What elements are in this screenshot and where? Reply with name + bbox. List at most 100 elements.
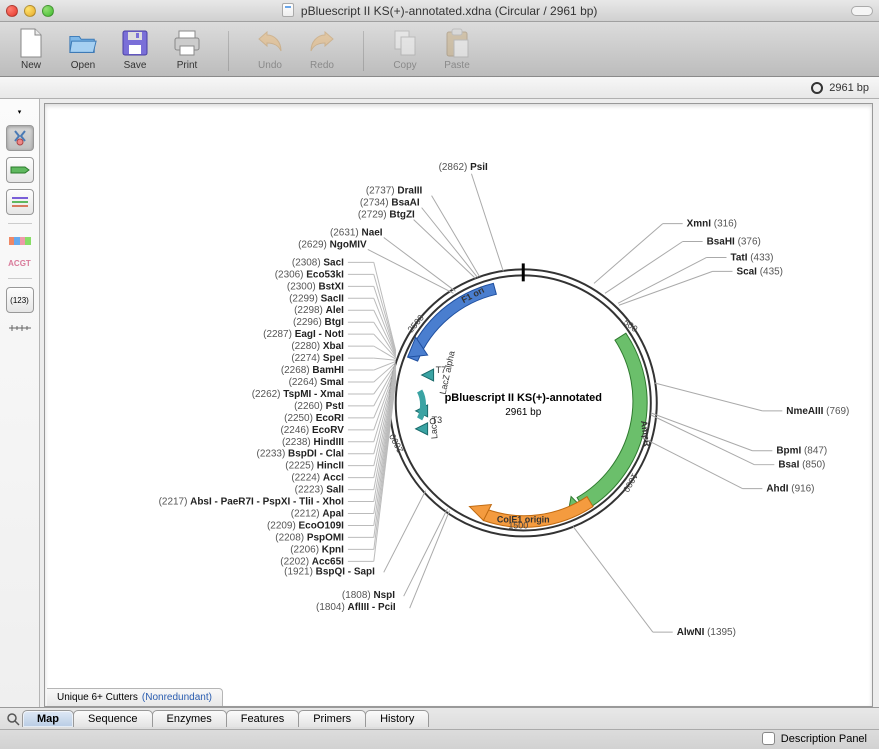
zoom-icon[interactable] [42,5,54,17]
map-viewer[interactable]: 500 1000 1500 2000 2500 F1 ori AmpR ColE… [44,103,873,707]
svg-text:(2264) SmaI: (2264) SmaI [289,377,345,388]
copy-button: Copy [386,26,424,73]
feature-tool-button[interactable] [6,157,34,183]
svg-text:BsaI (850): BsaI (850) [778,460,825,471]
close-icon[interactable] [6,5,18,17]
svg-text:(2296) BtgI: (2296) BtgI [293,317,344,328]
svg-text:BsaHI (376): BsaHI (376) [707,236,761,247]
svg-text:AlwNI (1395): AlwNI (1395) [677,627,736,638]
svg-text:(2737) DraIII: (2737) DraIII [366,186,423,197]
svg-text:(2287) EagI - NotI: (2287) EagI - NotI [263,329,344,340]
svg-text:(2629) NgoMIV: (2629) NgoMIV [298,239,367,250]
svg-text:(2306) Eco53kI: (2306) Eco53kI [275,269,344,280]
lines-tool-button[interactable] [6,189,34,215]
undo-icon [255,28,285,58]
window-title: pBluescript II KS(+)-annotated.xdna (Cir… [0,3,879,18]
svg-text:(2862) PsiI: (2862) PsiI [439,162,488,173]
bottom-bar: Map Sequence Enzymes Features Primers Hi… [0,707,879,749]
svg-text:XmnI (316): XmnI (316) [687,219,737,230]
view-toolbar: ▾ ACGT (123) [0,99,40,707]
checkbox-icon[interactable] [762,732,775,745]
new-file-icon [16,28,46,58]
plasmid-name: pBluescript II KS(+)-annotated [445,392,602,404]
save-button[interactable]: Save [116,26,154,73]
svg-text:ScaI (435): ScaI (435) [736,266,783,277]
plasmid-size: 2961 bp [505,407,541,418]
undo-button: Undo [251,26,289,73]
svg-text:LacO: LacO [428,417,440,439]
svg-text:ColE1 origin: ColE1 origin [497,514,550,524]
window-titlebar: pBluescript II KS(+)-annotated.xdna (Cir… [0,0,879,22]
tab-history[interactable]: History [365,710,429,727]
svg-text:(2225) HincII: (2225) HincII [285,461,344,472]
svg-text:(2308) SacI: (2308) SacI [292,257,344,268]
acgt-label[interactable]: ACGT [6,256,34,270]
svg-text:(1808) NspI: (1808) NspI [342,590,395,601]
print-button[interactable]: Print [168,26,206,73]
copy-icon [390,28,420,58]
svg-text:(2246) EcoRV: (2246) EcoRV [280,425,344,436]
dropdown-icon[interactable]: ▾ [6,105,34,119]
color-strip-icon[interactable] [6,234,34,248]
svg-text:NmeAIII (769): NmeAIII (769) [786,406,849,417]
info-bar: 2961 bp [0,77,879,99]
enzyme-site[interactable]: (2274) SpeI [291,353,395,364]
svg-text:(2208) PspOMI: (2208) PspOMI [275,532,344,543]
svg-text:(2238) HindIII: (2238) HindIII [282,437,344,448]
svg-text:(2298) AleI: (2298) AleI [294,305,344,316]
svg-text:(2212) ApaI: (2212) ApaI [291,508,344,519]
redo-icon [307,28,337,58]
svg-text:(2274) SpeI: (2274) SpeI [291,353,344,364]
sequence-length: 2961 bp [829,82,869,94]
minimize-icon[interactable] [24,5,36,17]
svg-text:(2206) KpnI: (2206) KpnI [290,544,344,555]
svg-text:(2260) PstI: (2260) PstI [294,401,344,412]
tab-primers[interactable]: Primers [298,710,366,727]
open-folder-icon [68,28,98,58]
svg-text:(2217) AbsI - PaeR7I - PspXI: (2217) AbsI - PaeR7I - PspXI - TliI - Xh… [159,497,345,508]
view-tabs: Map Sequence Enzymes Features Primers Hi… [0,708,879,730]
tab-features[interactable]: Features [226,710,299,727]
window-controls [6,5,54,17]
svg-text:TatI (433): TatI (433) [731,252,774,263]
svg-text:BpmI (847): BpmI (847) [776,446,827,457]
cutter-filter-tab[interactable]: Unique 6+ Cutters (Nonredundant) [47,688,223,706]
svg-text:(2299) SacII: (2299) SacII [289,293,344,304]
svg-text:(1921) BspQI - SapI: (1921) BspQI - SapI [284,566,375,577]
new-button[interactable]: New [12,26,50,73]
circular-icon [811,82,823,94]
printer-icon [172,28,202,58]
document-icon [282,3,294,17]
open-button[interactable]: Open [64,26,102,73]
tab-sequence[interactable]: Sequence [73,710,153,727]
paste-button: Paste [438,26,476,73]
svg-text:(2280) XbaI: (2280) XbaI [291,341,344,352]
main-area: ▾ ACGT (123) [0,99,879,707]
enzyme-sites-left: (2308) SacI(2306) Eco53kI(2300) BstXI(22… [159,257,396,567]
search-icon[interactable] [4,712,22,726]
svg-text:(2224) AccI: (2224) AccI [291,473,344,484]
svg-text:(2250) EcoRI: (2250) EcoRI [284,413,344,424]
svg-text:(2300) BstXI: (2300) BstXI [287,281,344,292]
svg-text:AmpR: AmpR [639,420,653,448]
svg-text:(2233) BspDI - ClaI: (2233) BspDI - ClaI [257,449,345,460]
svg-text:(2223) SalI: (2223) SalI [295,485,344,496]
save-disk-icon [120,28,150,58]
main-toolbar: New Open Save Print Undo [0,22,879,77]
toolbar-toggle-icon[interactable] [851,6,873,16]
enzyme-sites-right: XmnI (316) BsaHI (376) TatI (433) ScaI (… [573,219,849,639]
svg-text:(2268) BamHI: (2268) BamHI [281,365,344,376]
svg-text:AhdI (916): AhdI (916) [766,484,814,495]
ruler-icon[interactable] [6,321,34,335]
svg-text:(2209) EcoO109I: (2209) EcoO109I [267,520,344,531]
plasmid-map: 500 1000 1500 2000 2500 F1 ori AmpR ColE… [45,104,872,702]
svg-text:(1804) AflIII - PciI: (1804) AflIII - PciI [316,602,396,613]
tab-enzymes[interactable]: Enzymes [152,710,227,727]
tab-map[interactable]: Map [22,710,74,727]
svg-text:(2631) NaeI: (2631) NaeI [330,228,383,239]
svg-text:(2729) BtgZI: (2729) BtgZI [358,210,415,221]
redo-button: Redo [303,26,341,73]
numbering-tool-button[interactable]: (123) [6,287,34,313]
enzyme-tool-button[interactable] [6,125,34,151]
description-panel-toggle[interactable]: Description Panel [762,732,867,745]
